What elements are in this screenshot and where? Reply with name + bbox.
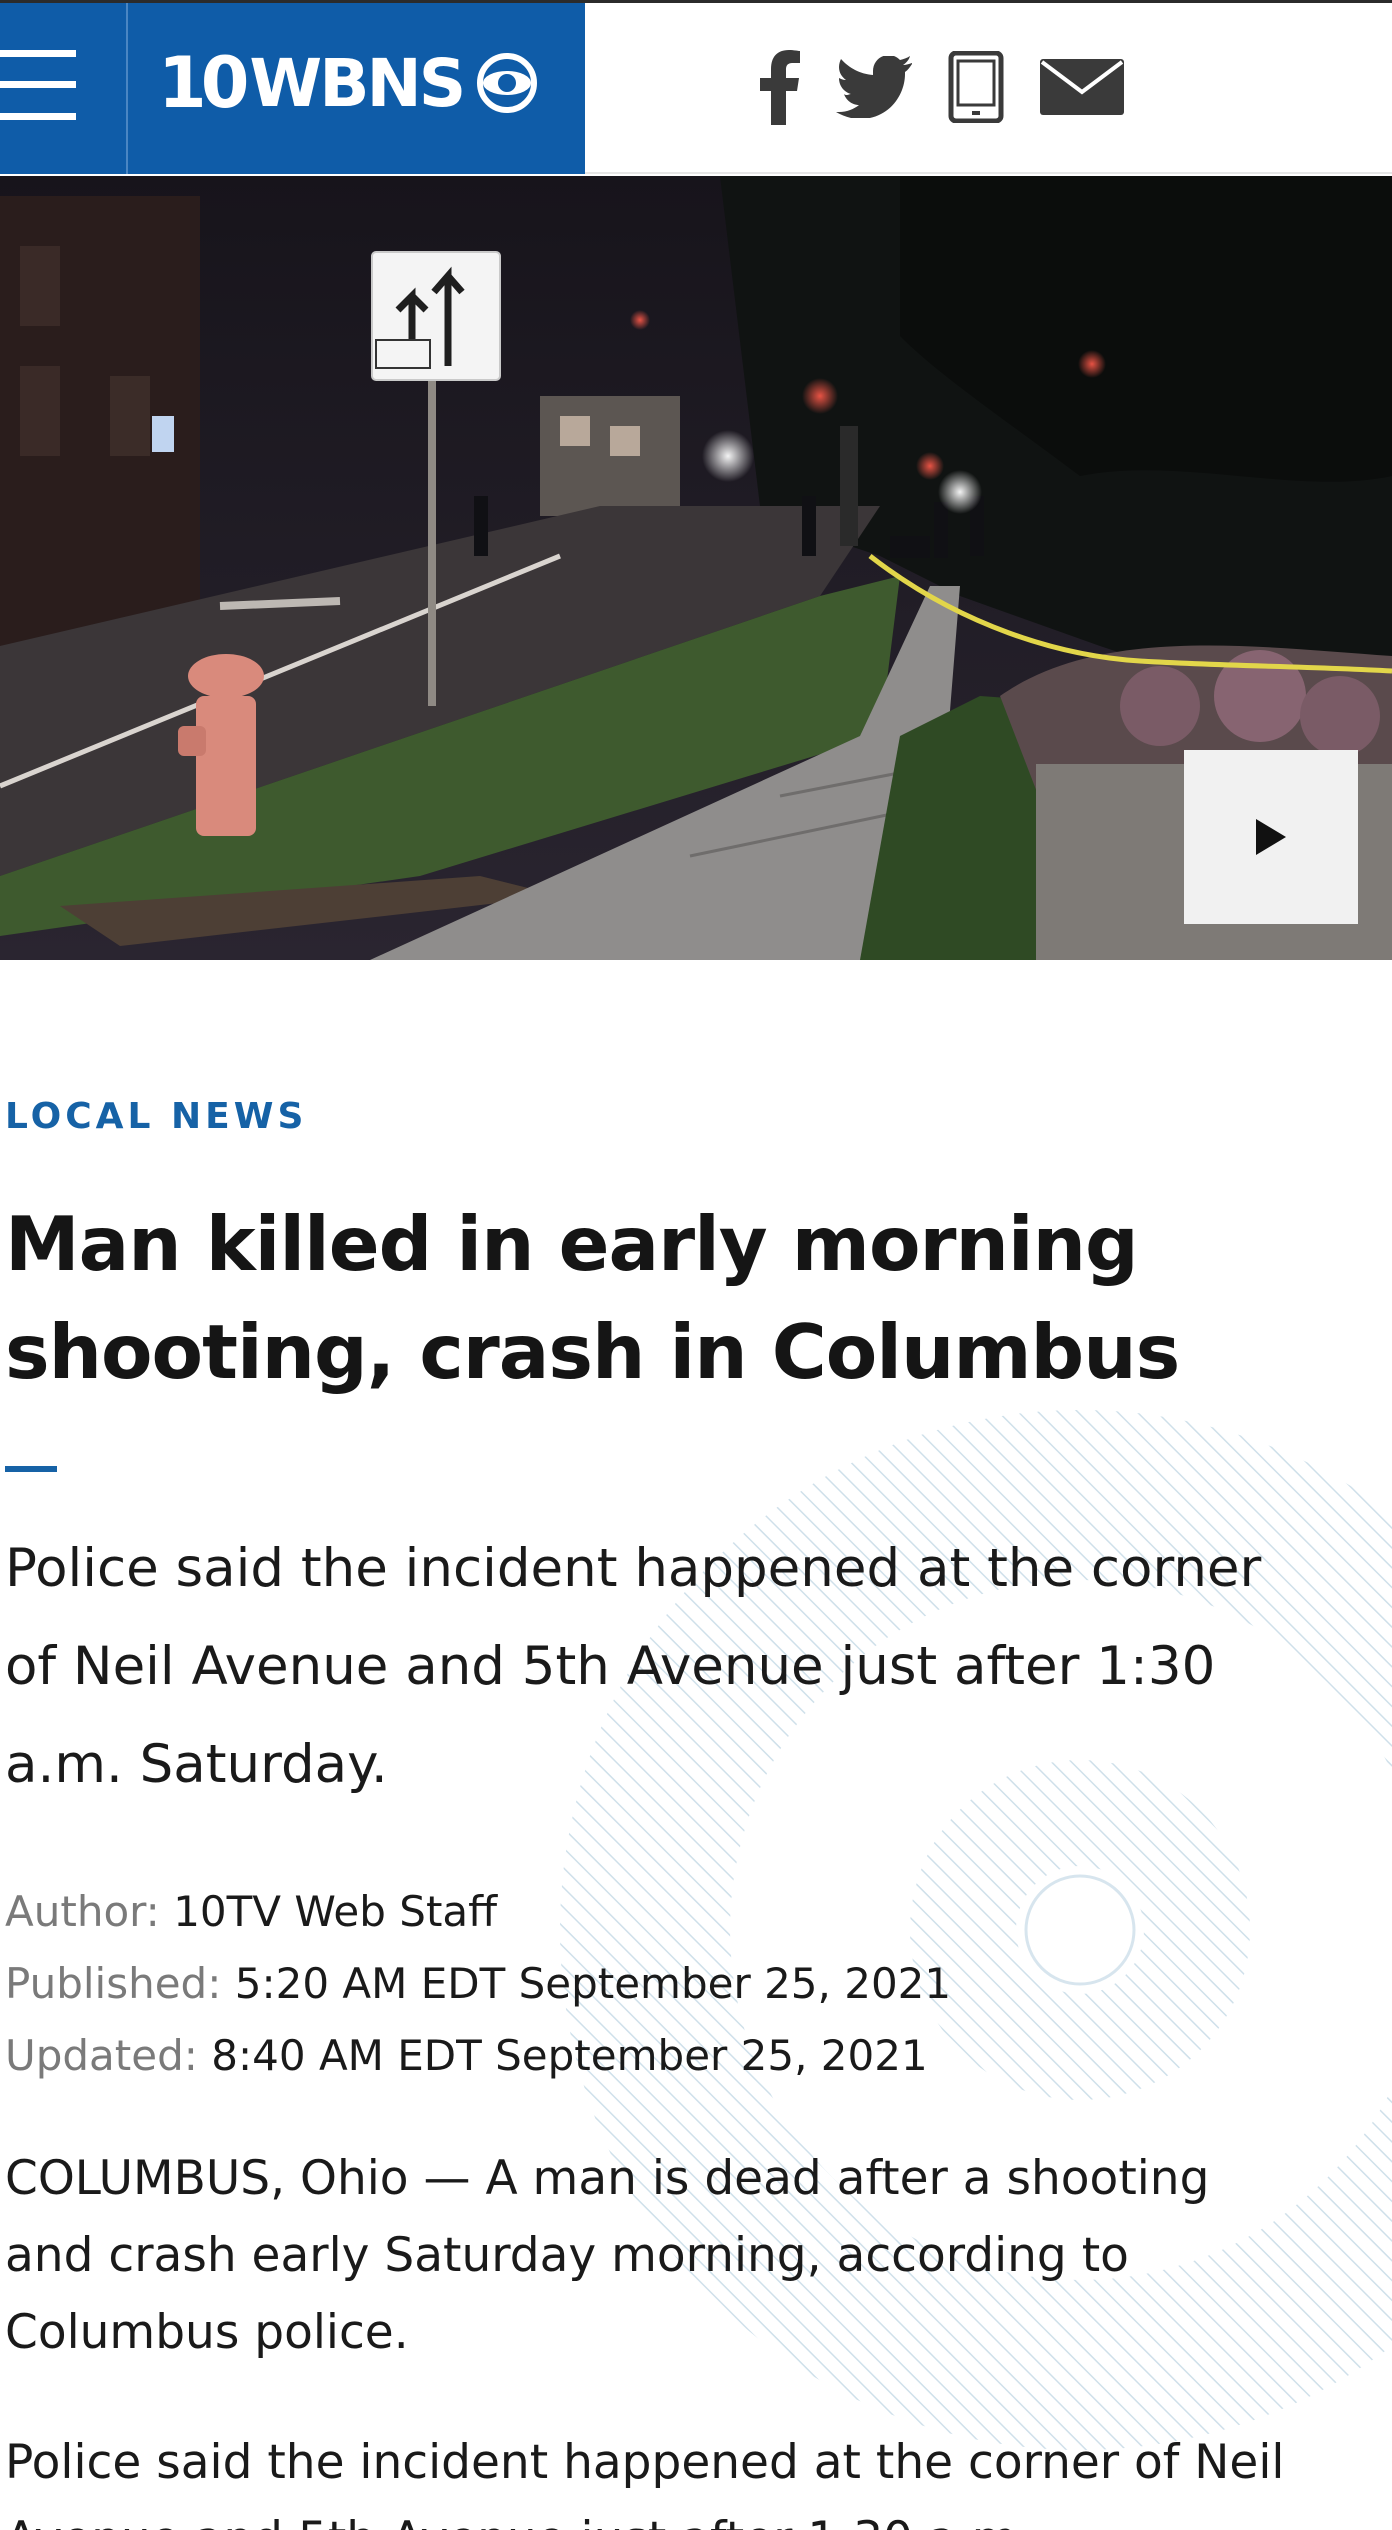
author-name: 10TV Web Staff <box>173 1887 498 1936</box>
summary-line-2: of Neil Avenue and 5th Avenue just after… <box>5 1636 1216 1697</box>
updated-label: Updated: <box>5 2031 198 2080</box>
published-date: 5:20 AM EDT September 25, 2021 <box>234 1959 952 2008</box>
published-label: Published: <box>5 1959 222 2008</box>
video-play-button[interactable] <box>1184 750 1358 924</box>
summary-line-1: Police said the incident happened at the… <box>5 1538 1262 1599</box>
article-summary: Police said the incident happened at the… <box>5 1520 1345 1814</box>
author-line: Author: 10TV Web Staff <box>5 1876 951 1948</box>
hero-video-thumbnail[interactable] <box>0 176 1392 960</box>
article-page: 10 WBNS LOCAL NEWS Man killed in early m… <box>0 0 1392 2530</box>
wbns-logo[interactable]: 10 WBNS <box>158 38 538 128</box>
share-bar <box>760 42 1160 132</box>
logo-number: 10 <box>158 42 249 124</box>
headline-divider <box>5 1466 57 1472</box>
facebook-icon <box>760 50 800 125</box>
menu-button[interactable] <box>0 3 128 174</box>
twitter-share-button[interactable] <box>836 42 912 132</box>
article-meta: Author: 10TV Web Staff Published: 5:20 A… <box>5 1876 951 2092</box>
paragraph-2-line-1: Police said the incident happened at the… <box>5 2435 1285 2490</box>
twitter-icon <box>836 56 912 118</box>
paragraph-1-line-2: and crash early Saturday morning, accord… <box>5 2228 1129 2283</box>
paragraph-2-line-2: Avenue and 5th Avenue just after 1:30 a.… <box>5 2512 1032 2530</box>
headline-line-1: Man killed in early morning <box>5 1200 1139 1288</box>
article-paragraph-2: Police said the incident happened at the… <box>5 2424 1335 2530</box>
cbs-eye-icon <box>477 53 538 113</box>
sms-share-button[interactable] <box>948 42 1004 132</box>
article-paragraph-1: COLUMBUS, Ohio — A man is dead after a s… <box>5 2140 1335 2371</box>
updated-date: 8:40 AM EDT September 25, 2021 <box>211 2031 928 2080</box>
author-label: Author: <box>5 1887 160 1936</box>
smartphone-icon <box>948 51 1004 123</box>
envelope-icon <box>1040 59 1124 115</box>
play-icon <box>1256 819 1286 855</box>
article-headline: Man killed in early morning shooting, cr… <box>5 1190 1305 1406</box>
paragraph-1-line-3: Columbus police. <box>5 2305 409 2360</box>
facebook-share-button[interactable] <box>760 42 800 132</box>
paragraph-1-line-1: COLUMBUS, Ohio — A man is dead after a s… <box>5 2151 1210 2206</box>
published-line: Published: 5:20 AM EDT September 25, 202… <box>5 1948 951 2020</box>
headline-line-2: shooting, crash in Columbus <box>5 1308 1180 1396</box>
logo-callsign: WBNS <box>249 44 466 122</box>
summary-line-3: a.m. Saturday. <box>5 1734 388 1795</box>
article-category[interactable]: LOCAL NEWS <box>5 1096 307 1137</box>
site-header: 10 WBNS <box>0 0 1392 174</box>
email-share-button[interactable] <box>1040 42 1124 132</box>
updated-line: Updated: 8:40 AM EDT September 25, 2021 <box>5 2020 951 2092</box>
